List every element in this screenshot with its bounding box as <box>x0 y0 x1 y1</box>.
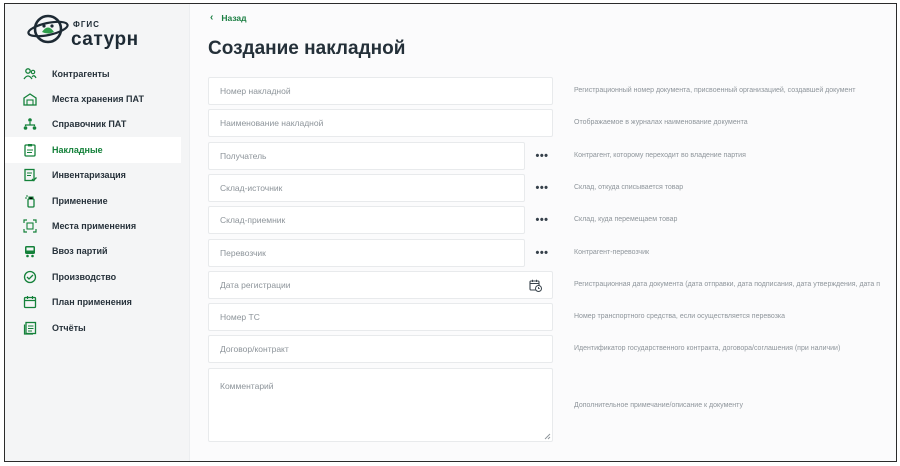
vehicle-number-input[interactable]: Номер ТС <box>208 303 553 331</box>
field-hint: Склад, откуда списывается товар <box>574 184 684 191</box>
field-hint: Номер транспортного средства, если осуще… <box>574 313 786 320</box>
calendar-clock-icon[interactable] <box>529 279 542 292</box>
field-hint: Регистрационная дата документа (дата отп… <box>574 281 881 288</box>
field-hint: Контрагент, которому переходит во владен… <box>574 152 746 159</box>
sidebar-item-label: Контрагенты <box>52 68 110 79</box>
sidebar-item-label: Применение <box>52 195 108 206</box>
field-hint: Отображаемое в журналах наименование док… <box>574 119 748 126</box>
sidebar-item-label: План применения <box>52 297 132 308</box>
field-placeholder: Номер накладной <box>220 86 291 96</box>
back-link[interactable]: ‹ Назад <box>210 12 247 23</box>
target-warehouse-input[interactable]: Склад-приемник <box>208 206 525 234</box>
sidebar-item-counterparties[interactable]: Контрагенты <box>5 61 189 86</box>
globe-logo-icon <box>27 14 69 44</box>
truck-icon <box>23 244 37 258</box>
sidebar-item-label: Места применения <box>52 221 137 232</box>
field-placeholder: Склад-приемник <box>220 215 286 225</box>
warehouse-icon <box>23 92 37 106</box>
carrier-more-button[interactable]: ••• <box>530 239 554 267</box>
recipient-input[interactable]: Получатель <box>208 142 525 170</box>
sidebar-item-import[interactable]: Ввоз партий <box>5 239 189 264</box>
sidebar-item-label: Производство <box>52 271 117 282</box>
sidebar-nav: Контрагенты Места хранения ПАТ Справочни… <box>5 61 189 340</box>
sidebar: ФГИС сатурн Контрагенты Места хранения П… <box>5 4 189 461</box>
field-hint: Идентификатор государственного контракта… <box>574 345 841 352</box>
contract-input[interactable]: Договор/контракт <box>208 335 553 363</box>
sidebar-item-label: Справочник ПАТ <box>52 119 127 130</box>
sidebar-item-reports[interactable]: Отчёты <box>5 315 189 340</box>
field-placeholder: Номер ТС <box>220 312 260 322</box>
hierarchy-icon <box>23 117 37 131</box>
field-placeholder: Дата регистрации <box>220 280 291 290</box>
carrier-input[interactable]: Перевозчик <box>208 239 525 267</box>
brand-prefix: ФГИС <box>73 20 100 29</box>
field-hint: Регистрационный номер документа, присвое… <box>574 87 856 94</box>
sidebar-item-production[interactable]: Производство <box>5 264 189 289</box>
main-content: ‹ Назад Создание накладной Номер накладн… <box>189 4 896 461</box>
sidebar-item-label: Ввоз партий <box>52 246 108 257</box>
logo[interactable]: ФГИС сатурн <box>21 12 171 52</box>
resize-handle-icon[interactable] <box>544 433 551 440</box>
inventory-icon <box>23 168 37 182</box>
registration-date-input[interactable]: Дата регистрации <box>208 271 553 299</box>
source-warehouse-input[interactable]: Склад-источник <box>208 174 525 202</box>
field-placeholder: Склад-источник <box>220 183 283 193</box>
app-window: ФГИС сатурн Контрагенты Места хранения П… <box>4 3 897 462</box>
field-hint: Контрагент-перевозчик <box>574 249 650 256</box>
sidebar-item-application-sites[interactable]: Места применения <box>5 213 189 238</box>
clipboard-icon <box>23 143 37 157</box>
comment-textarea[interactable]: Комментарий <box>208 368 553 442</box>
reports-icon <box>23 321 37 335</box>
invoice-number-input[interactable]: Номер накладной <box>208 77 553 105</box>
field-placeholder: Комментарий <box>220 381 274 391</box>
field-placeholder: Перевозчик <box>220 248 266 258</box>
sidebar-item-inventory[interactable]: Инвентаризация <box>5 163 189 188</box>
back-label: Назад <box>221 12 247 23</box>
recipient-more-button[interactable]: ••• <box>530 142 554 170</box>
sidebar-item-reference[interactable]: Справочник ПАТ <box>5 112 189 137</box>
sidebar-item-application[interactable]: Применение <box>5 188 189 213</box>
sidebar-item-storage[interactable]: Места хранения ПАТ <box>5 86 189 111</box>
spray-bottle-icon <box>23 194 37 208</box>
source-warehouse-more-button[interactable]: ••• <box>530 174 554 202</box>
field-hint: Дополнительное примечание/описание к док… <box>574 402 743 409</box>
page-title: Создание накладной <box>208 38 406 59</box>
chevron-left-icon: ‹ <box>210 12 214 23</box>
calendar-icon <box>23 295 37 309</box>
field-hint: Склад, куда перемещаем товар <box>574 216 678 223</box>
brand-name: сатурн <box>71 29 139 50</box>
users-icon <box>23 67 37 81</box>
sidebar-item-label: Накладные <box>52 144 103 155</box>
field-placeholder: Договор/контракт <box>220 344 289 354</box>
invoice-name-input[interactable]: Наименование накладной <box>208 109 553 137</box>
field-placeholder: Получатель <box>220 151 267 161</box>
sidebar-item-label: Отчёты <box>52 322 86 333</box>
target-warehouse-more-button[interactable]: ••• <box>530 206 554 234</box>
sidebar-item-label: Инвентаризация <box>52 170 126 181</box>
sidebar-item-label: Места хранения ПАТ <box>52 94 144 105</box>
field-placeholder: Наименование накладной <box>220 118 324 128</box>
production-icon <box>23 270 37 284</box>
sidebar-item-invoices[interactable]: Накладные <box>5 137 181 163</box>
sidebar-item-plan[interactable]: План применения <box>5 290 189 315</box>
field-scan-icon <box>23 219 37 233</box>
